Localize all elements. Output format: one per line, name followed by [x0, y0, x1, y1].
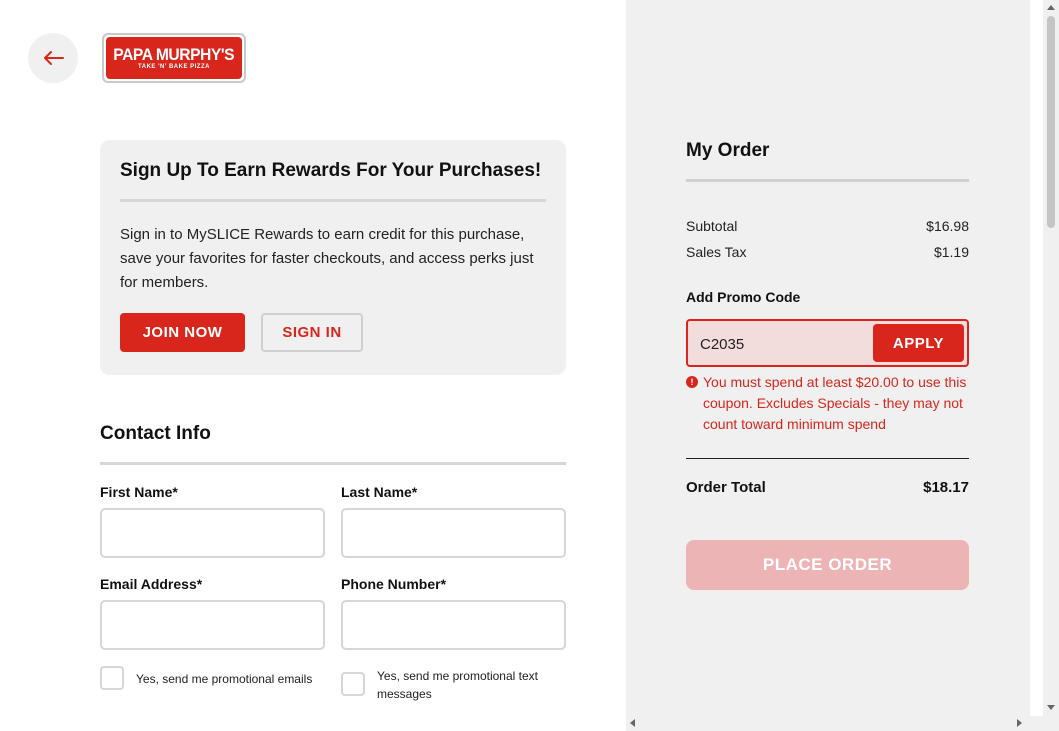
- subtotal-value: $16.98: [926, 218, 969, 234]
- total-divider: [686, 458, 969, 459]
- horizontal-scrollbar[interactable]: [626, 716, 1043, 731]
- promo-texts-checkbox[interactable]: [341, 672, 365, 696]
- apply-promo-button[interactable]: APPLY: [873, 324, 964, 362]
- promo-code-input[interactable]: [700, 331, 870, 357]
- arrow-left-icon: [44, 51, 64, 65]
- order-total-label: Order Total: [686, 479, 766, 496]
- promo-emails-checkbox[interactable]: [100, 666, 124, 690]
- page-gutter: [1030, 0, 1043, 716]
- promo-error-message: You must spend at least $20.00 to use th…: [703, 374, 967, 432]
- promo-emails-label: Yes, send me promotional emails: [136, 672, 313, 686]
- rewards-title: Sign Up To Earn Rewards For Your Purchas…: [120, 160, 542, 181]
- last-name-field[interactable]: [341, 508, 566, 558]
- first-name-field[interactable]: [100, 508, 325, 558]
- order-total-value: $18.17: [923, 479, 969, 496]
- email-label: Email Address*: [100, 576, 203, 592]
- vertical-scrollbar[interactable]: [1043, 0, 1059, 716]
- phone-field[interactable]: [341, 600, 566, 650]
- promo-code-box: APPLY: [686, 319, 969, 367]
- scroll-up-icon[interactable]: [1047, 5, 1055, 10]
- logo-wordmark: PAPA MURPHY'S: [113, 45, 235, 64]
- phone-label: Phone Number*: [341, 576, 447, 592]
- back-button[interactable]: [28, 33, 78, 83]
- contact-info-title: Contact Info: [100, 423, 211, 444]
- brand-logo[interactable]: PAPA MURPHY'S TAKE 'N' BAKE PIZZA: [102, 33, 246, 83]
- alert-circle-icon: !: [686, 376, 698, 388]
- email-field[interactable]: [100, 600, 325, 650]
- vertical-scrollbar-thumb[interactable]: [1047, 16, 1055, 228]
- scrollbar-corner: [1043, 716, 1059, 731]
- rewards-card: Sign Up To Earn Rewards For Your Purchas…: [100, 140, 566, 375]
- first-name-label: First Name*: [100, 484, 178, 500]
- join-now-button[interactable]: JOIN NOW: [120, 313, 245, 352]
- scroll-down-icon[interactable]: [1047, 705, 1055, 710]
- scroll-left-icon[interactable]: [630, 719, 635, 727]
- promo-code-label: Add Promo Code: [686, 289, 801, 305]
- place-order-button[interactable]: PLACE ORDER: [686, 540, 969, 590]
- order-divider: [686, 179, 969, 182]
- sales-tax-value: $1.19: [933, 244, 969, 260]
- last-name-label: Last Name*: [341, 484, 418, 500]
- logo-tagline: TAKE 'N' BAKE PIZZA: [138, 64, 210, 70]
- scroll-right-icon[interactable]: [1017, 719, 1022, 727]
- rewards-divider: [120, 199, 546, 202]
- order-summary-panel: My Order Subtotal $16.98 Sales Tax $1.19…: [626, 0, 1030, 716]
- sales-tax-label: Sales Tax: [686, 244, 747, 260]
- subtotal-label: Subtotal: [686, 218, 738, 234]
- promo-texts-label: Yes, send me promotional text messages: [377, 669, 538, 701]
- contact-divider: [100, 462, 566, 465]
- rewards-description: Sign in to MySLICE Rewards to earn credi…: [120, 226, 534, 291]
- checkout-form-panel: PAPA MURPHY'S TAKE 'N' BAKE PIZZA Sign U…: [0, 0, 626, 716]
- my-order-title: My Order: [686, 140, 770, 161]
- sign-in-button[interactable]: SIGN IN: [261, 313, 363, 352]
